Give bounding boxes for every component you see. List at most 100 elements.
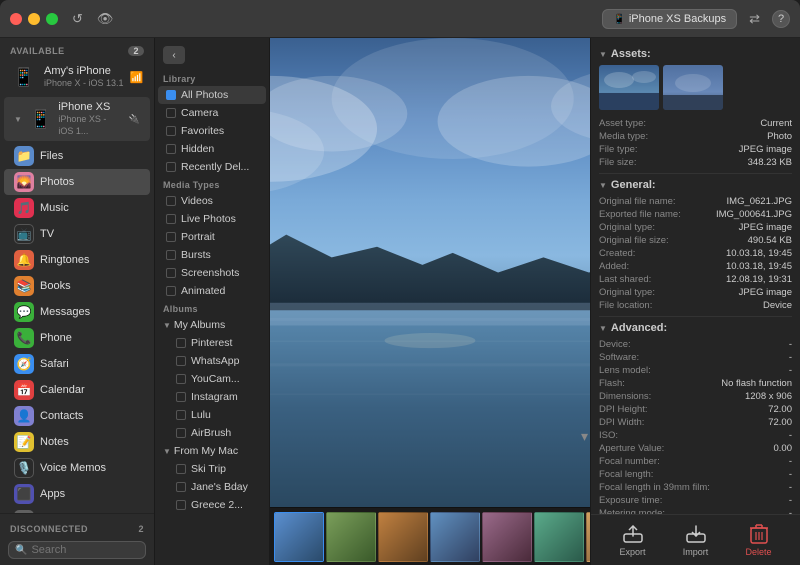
nav-sub-janes-bday[interactable]: Jane's Bday: [158, 478, 266, 496]
titlebar-center: 📱 iPhone XS Backups ⇄ ?: [117, 9, 790, 29]
delete-button[interactable]: Delete: [745, 523, 773, 557]
sidebar-item-files[interactable]: 📁 Files: [4, 143, 150, 169]
whatsapp-label: WhatsApp: [191, 355, 239, 367]
nav-item-hidden[interactable]: Hidden: [158, 140, 266, 158]
nav-item-portrait[interactable]: Portrait: [158, 228, 266, 246]
asset-thumb-2[interactable]: [663, 65, 723, 110]
nav-sub-greece[interactable]: Greece 2...: [158, 496, 266, 514]
nav-sub-youcam[interactable]: YouCam...: [158, 370, 266, 388]
nav-item-bursts[interactable]: Bursts: [158, 246, 266, 264]
sidebar-item-safari[interactable]: 🧭 Safari: [4, 351, 150, 377]
sidebar-item-calendar[interactable]: 📅 Calendar: [4, 377, 150, 403]
airbrush-label: AirBrush: [191, 427, 231, 439]
divider-1: [599, 173, 792, 174]
from-mac-expand[interactable]: ▼ From My Mac: [155, 442, 269, 460]
thumb-6[interactable]: [534, 512, 584, 562]
youcam-label: YouCam...: [191, 373, 240, 385]
asset-thumb-1[interactable]: [599, 65, 659, 110]
view-button[interactable]: 👁: [93, 9, 118, 29]
export-label: Export: [619, 547, 645, 557]
nav-item-favorites[interactable]: Favorites: [158, 122, 266, 140]
close-button[interactable]: [10, 13, 22, 25]
import-label: Import: [683, 547, 709, 557]
nav-item-all-photos[interactable]: All Photos: [158, 86, 266, 104]
advanced-section-header: ▼ Advanced:: [599, 322, 792, 334]
all-photos-check: [166, 90, 176, 100]
my-albums-expand[interactable]: ▼ My Albums: [155, 316, 269, 334]
ringtones-app-icon: 🔔: [14, 250, 34, 270]
nav-sub-pinterest[interactable]: Pinterest: [158, 334, 266, 352]
bursts-check: [166, 250, 176, 260]
portrait-check: [166, 232, 176, 242]
greece-check: [176, 500, 186, 510]
sidebar-item-notes[interactable]: 📝 Notes: [4, 429, 150, 455]
sidebar-item-contacts[interactable]: 👤 Contacts: [4, 403, 150, 429]
thumb-5[interactable]: [482, 512, 532, 562]
greece-label: Greece 2...: [191, 499, 243, 511]
sidebar-item-photos[interactable]: 🌄 Photos: [4, 169, 150, 195]
help-button[interactable]: ?: [772, 10, 790, 28]
nav-sub-instagram[interactable]: Instagram: [158, 388, 266, 406]
nav-item-screenshots[interactable]: Screenshots: [158, 264, 266, 282]
nav-sub-airbrush[interactable]: AirBrush: [158, 424, 266, 442]
nav-sub-whatsapp[interactable]: WhatsApp: [158, 352, 266, 370]
file-type-row: File type: JPEG image: [599, 144, 792, 155]
animated-check: [166, 286, 176, 296]
nav-item-animated[interactable]: Animated: [158, 282, 266, 300]
last-shared-row: Last shared: 12.08.19, 19:31: [599, 274, 792, 285]
scroll-down-arrow[interactable]: ▾: [581, 428, 588, 445]
iphonexs-sub: iPhone XS - iOS 1...: [58, 114, 106, 136]
sidebar-items: 📱 Amy's iPhone iPhone X - iOS 13.1 📶 ▼ 📱…: [0, 59, 154, 513]
export-button[interactable]: Export: [619, 523, 647, 557]
photo-viewer[interactable]: ▾: [270, 38, 590, 507]
nav-item-live-photos[interactable]: Live Photos: [158, 210, 266, 228]
maximize-button[interactable]: [46, 13, 58, 25]
sidebar-item-ringtones[interactable]: 🔔 Ringtones: [4, 247, 150, 273]
thumb-3[interactable]: [378, 512, 428, 562]
files-app-icon: 📁: [14, 146, 34, 166]
refresh-button[interactable]: ↺: [68, 9, 87, 29]
orig-mediatype-row: Original type: JPEG image: [599, 222, 792, 233]
sidebar-item-apps[interactable]: ⬛ Apps: [4, 481, 150, 507]
orig-filename-row: Original file name: IMG_0621.JPG: [599, 196, 792, 207]
sidebar-item-amys-iphone[interactable]: 📱 Amy's iPhone iPhone X - iOS 13.1 📶: [0, 59, 154, 95]
nav-sub-lulu[interactable]: Lulu: [158, 406, 266, 424]
sidebar-item-voice-memos[interactable]: 🎙️ Voice Memos: [4, 455, 150, 481]
right-panel-content: ▼ Assets:: [591, 38, 800, 514]
nav-item-videos[interactable]: Videos: [158, 192, 266, 210]
search-input[interactable]: [31, 544, 139, 556]
books-app-icon: 📚: [14, 276, 34, 296]
sidebar-item-messages[interactable]: 💬 Messages: [4, 299, 150, 325]
sidebar-item-books[interactable]: 📚 Books: [4, 273, 150, 299]
favorites-check: [166, 126, 176, 136]
all-photos-label: All Photos: [181, 89, 228, 101]
import-button[interactable]: Import: [682, 523, 710, 557]
janes-bday-label: Jane's Bday: [191, 481, 248, 493]
albums-label: Albums: [155, 300, 269, 316]
main-photo: [270, 38, 590, 507]
minimize-button[interactable]: [28, 13, 40, 25]
photo-strip: [270, 507, 590, 565]
thumb-2[interactable]: [326, 512, 376, 562]
sidebar-item-iphone-xs[interactable]: ▼ 📱 iPhone XS iPhone XS - iOS 1... 🔌: [4, 97, 150, 141]
contacts-app-icon: 👤: [14, 406, 34, 426]
search-bar[interactable]: 🔍: [8, 541, 146, 559]
sidebar-item-tv[interactable]: 📺 TV: [4, 221, 150, 247]
sidebar-item-music[interactable]: 🎵 Music: [4, 195, 150, 221]
media-type-row: Media type: Photo: [599, 131, 792, 142]
nav-back-button[interactable]: ‹: [163, 46, 185, 64]
hidden-check: [166, 144, 176, 154]
nav-item-recently-deleted[interactable]: Recently Del...: [158, 158, 266, 176]
thumb-1[interactable]: [274, 512, 324, 562]
sidebar-item-phone[interactable]: 📞 Phone: [4, 325, 150, 351]
thumb-4[interactable]: [430, 512, 480, 562]
camera-label: Camera: [181, 107, 218, 119]
transfer-button[interactable]: ⇄: [745, 9, 764, 29]
nav-sub-ski-trip[interactable]: Ski Trip: [158, 460, 266, 478]
traffic-lights: [10, 13, 58, 25]
bursts-label: Bursts: [181, 249, 211, 261]
nav-item-camera[interactable]: Camera: [158, 104, 266, 122]
lens-row: Lens model: -: [599, 365, 792, 376]
iphone-backups-button[interactable]: 📱 iPhone XS Backups: [602, 9, 737, 29]
assets-thumbnails: [599, 65, 792, 110]
